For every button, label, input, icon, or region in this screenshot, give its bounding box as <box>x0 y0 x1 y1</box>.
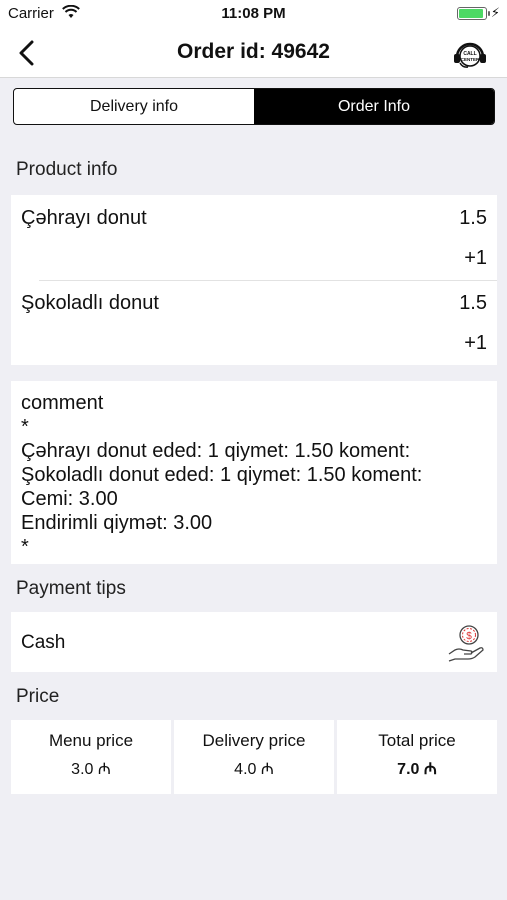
price-title: Price <box>16 686 60 707</box>
menu-price-value: 3.0 ₼ <box>71 761 111 778</box>
product-name: Şokoladlı donut <box>21 292 159 314</box>
call-center-icon-text-2: CENTER <box>461 57 480 62</box>
product-info-title: Product info <box>16 159 118 180</box>
chevron-left-icon <box>19 40 34 66</box>
cash-hand-icon: $ <box>448 625 484 662</box>
status-time: 11:08 PM <box>221 5 286 22</box>
charging-icon: ⚡ <box>490 5 500 20</box>
payment-method-row: Cash $ <box>11 612 497 672</box>
tab-delivery-info[interactable]: Delivery info <box>14 89 254 124</box>
battery-icon <box>457 7 490 20</box>
menu-price-card: Menu price 3.0 ₼ <box>11 720 171 794</box>
product-quantity: +1 <box>464 332 487 354</box>
list-item[interactable]: Çəhrayı donut 1.5 +1 <box>11 195 497 280</box>
product-name: Çəhrayı donut <box>21 207 147 229</box>
total-price-label: Total price <box>378 731 456 750</box>
payment-tips-title: Payment tips <box>16 578 126 599</box>
menu-price-label: Menu price <box>48 731 134 750</box>
delivery-price-value: 4.0 ₼ <box>234 761 274 778</box>
page-title: Order id: 49642 <box>177 40 330 63</box>
navigation-bar: Order id: 49642 CALL CENTER <box>0 28 507 78</box>
product-quantity: +1 <box>464 247 487 269</box>
total-price-card: Total price 7.0 ₼ <box>337 720 497 794</box>
list-item[interactable]: Şokoladlı donut 1.5 +1 <box>11 280 497 365</box>
order-segment-control: Delivery info Order Info <box>13 88 495 125</box>
product-price: 1.5 <box>459 207 487 229</box>
comment-card: comment * Çəhrayı donut eded: 1 qiymet: … <box>11 381 497 564</box>
status-bar: Carrier 11:08 PM ⚡ <box>0 0 507 28</box>
comment-text: comment * Çəhrayı donut eded: 1 qiymet: … <box>21 392 423 558</box>
tab-order-info[interactable]: Order Info <box>254 89 494 124</box>
product-list: Çəhrayı donut 1.5 +1 Şokoladlı donut 1.5… <box>11 195 497 365</box>
svg-text:$: $ <box>466 631 472 642</box>
product-price: 1.5 <box>459 292 487 314</box>
back-button[interactable] <box>12 38 40 68</box>
delivery-price-card: Delivery price 4.0 ₼ <box>174 720 334 794</box>
call-center-icon[interactable]: CALL CENTER <box>451 37 489 71</box>
delivery-price-label: Delivery price <box>202 731 306 750</box>
total-price-value: 7.0 ₼ <box>397 761 437 778</box>
payment-method-label: Cash <box>21 632 66 653</box>
